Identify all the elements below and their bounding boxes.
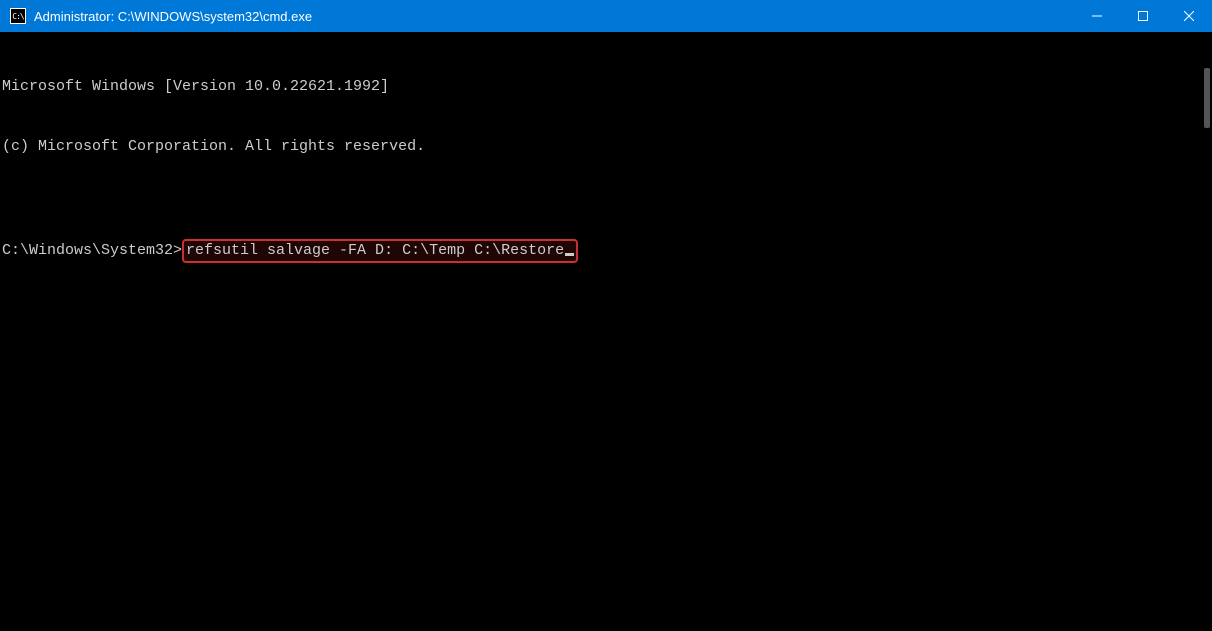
minimize-button[interactable] bbox=[1074, 0, 1120, 32]
prompt-text: C:\Windows\System32> bbox=[2, 241, 182, 261]
scrollbar-thumb[interactable] bbox=[1204, 68, 1210, 128]
titlebar[interactable]: C:\ Administrator: C:\WINDOWS\system32\c… bbox=[0, 0, 1212, 32]
close-button[interactable] bbox=[1166, 0, 1212, 32]
prompt-line: C:\Windows\System32>refsutil salvage -FA… bbox=[2, 239, 1212, 263]
command-text[interactable]: refsutil salvage -FA D: C:\Temp C:\Resto… bbox=[186, 242, 564, 259]
banner-line-2: (c) Microsoft Corporation. All rights re… bbox=[2, 137, 1212, 157]
cmd-icon: C:\ bbox=[10, 8, 26, 24]
banner-line-1: Microsoft Windows [Version 10.0.22621.19… bbox=[2, 77, 1212, 97]
window-controls bbox=[1074, 0, 1212, 32]
text-cursor bbox=[565, 253, 574, 256]
window-title: Administrator: C:\WINDOWS\system32\cmd.e… bbox=[34, 9, 1074, 24]
maximize-button[interactable] bbox=[1120, 0, 1166, 32]
command-highlight: refsutil salvage -FA D: C:\Temp C:\Resto… bbox=[182, 239, 578, 263]
terminal-area[interactable]: Microsoft Windows [Version 10.0.22621.19… bbox=[0, 32, 1212, 631]
